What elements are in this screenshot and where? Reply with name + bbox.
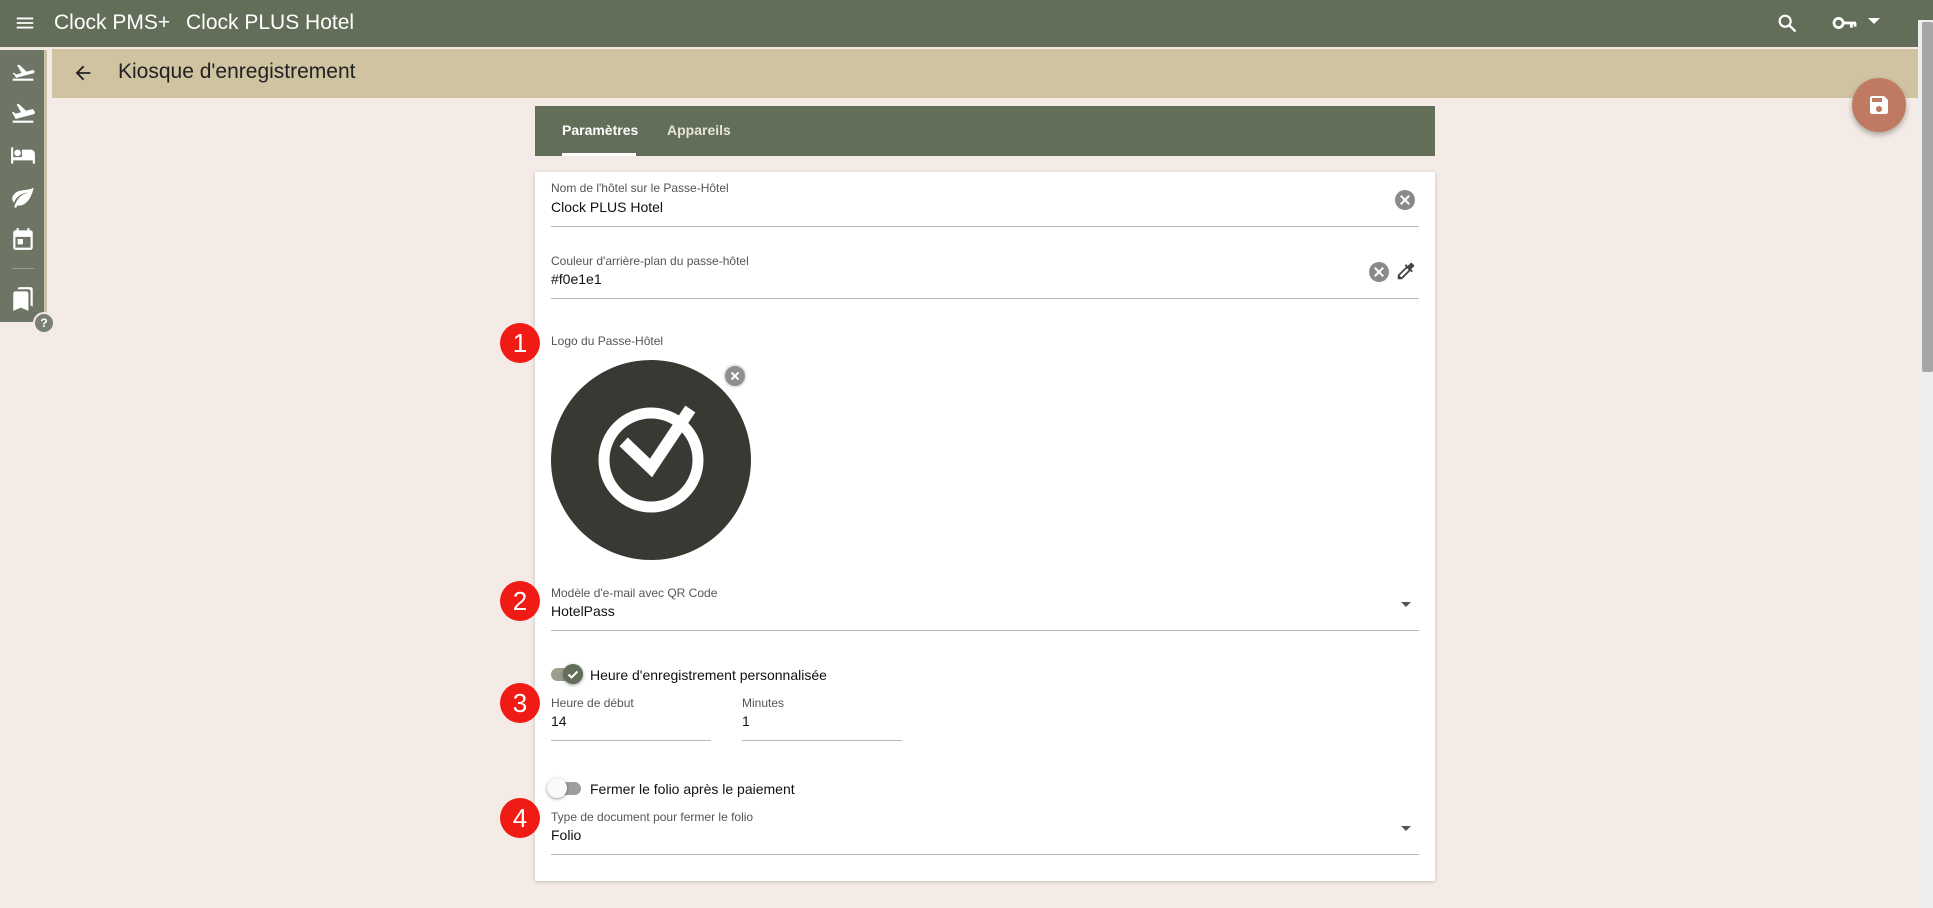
page-header: Kiosque d'enregistrement <box>52 49 1918 98</box>
scrollbar-thumb[interactable] <box>1922 22 1933 372</box>
bookmarks-icon[interactable] <box>10 286 36 312</box>
hotel-name-input[interactable]: Clock PLUS Hotel <box>551 199 663 215</box>
close-folio-label: Fermer le folio après le paiement <box>590 781 795 797</box>
close-folio-toggle-thumb[interactable] <box>547 778 567 798</box>
active-tab-indicator <box>562 153 636 156</box>
calendar-icon[interactable] <box>10 226 36 252</box>
hotel-name-underline <box>551 226 1419 227</box>
start-hour-label: Heure de début <box>551 696 634 710</box>
side-navigation <box>0 50 47 322</box>
minutes-input[interactable]: 1 <box>742 713 750 729</box>
clear-bg-color-icon[interactable] <box>1369 262 1389 282</box>
help-icon[interactable]: ? <box>33 312 55 334</box>
email-template-dropdown-icon[interactable] <box>1401 602 1411 607</box>
settings-card: Nom de l'hôtel sur le Passe-Hôtel Clock … <box>535 172 1435 881</box>
menu-icon[interactable] <box>14 12 36 34</box>
search-icon[interactable] <box>1776 12 1798 34</box>
marker-4: 4 <box>500 798 540 838</box>
eyedropper-icon[interactable] <box>1395 260 1417 282</box>
email-template-label: Modèle d'e-mail avec QR Code <box>551 586 718 600</box>
tab-parametres[interactable]: Paramètres <box>562 122 638 138</box>
minutes-label: Minutes <box>742 696 785 710</box>
marker-3: 3 <box>500 683 540 723</box>
hotel-logo-image[interactable] <box>551 360 751 560</box>
hotel-name: Clock PLUS Hotel <box>186 11 355 34</box>
clock-logo-icon <box>598 405 704 513</box>
bed-icon[interactable] <box>10 142 36 168</box>
bg-color-input[interactable]: #f0e1e1 <box>551 271 602 287</box>
marker-1: 1 <box>500 323 540 363</box>
remove-logo-icon[interactable] <box>723 364 747 388</box>
departures-icon[interactable] <box>10 100 36 126</box>
page-title: Kiosque d'enregistrement <box>118 60 356 83</box>
leaf-icon[interactable] <box>10 184 36 210</box>
start-hour-underline <box>551 740 711 741</box>
hotel-name-field-label: Nom de l'hôtel sur le Passe-Hôtel <box>551 181 729 195</box>
app-name: Clock PMS+ <box>54 11 171 34</box>
save-button[interactable] <box>1852 78 1906 132</box>
doc-type-label: Type de document pour fermer le folio <box>551 810 754 824</box>
email-template-select[interactable]: HotelPass <box>551 603 615 619</box>
save-icon <box>1870 96 1888 114</box>
back-arrow-icon[interactable] <box>72 62 94 84</box>
check-icon <box>567 670 579 679</box>
top-app-bar: Clock PMS+ Clock PLUS Hotel <box>0 0 1933 47</box>
custom-checkin-toggle-thumb[interactable] <box>563 664 583 684</box>
doc-type-dropdown-icon[interactable] <box>1401 826 1411 831</box>
doc-type-select[interactable]: Folio <box>551 827 581 843</box>
bg-color-underline <box>551 298 1419 299</box>
custom-checkin-label: Heure d'enregistrement personnalisée <box>590 667 827 683</box>
sidebar-divider <box>12 268 34 269</box>
account-dropdown-icon[interactable] <box>1868 18 1880 24</box>
bg-color-field-label: Couleur d'arrière-plan du passe-hôtel <box>551 254 749 268</box>
clear-hotel-name-icon[interactable] <box>1395 190 1415 210</box>
email-template-underline <box>551 630 1419 631</box>
tab-appareils[interactable]: Appareils <box>667 122 731 138</box>
start-hour-input[interactable]: 14 <box>551 713 567 729</box>
marker-2: 2 <box>500 581 540 621</box>
tab-bar: Paramètres Appareils <box>535 106 1435 156</box>
minutes-underline <box>742 740 902 741</box>
logo-label: Logo du Passe-Hôtel <box>551 334 664 348</box>
arrivals-icon[interactable] <box>10 58 36 84</box>
key-icon[interactable] <box>1832 12 1858 34</box>
doc-type-underline <box>551 854 1419 855</box>
